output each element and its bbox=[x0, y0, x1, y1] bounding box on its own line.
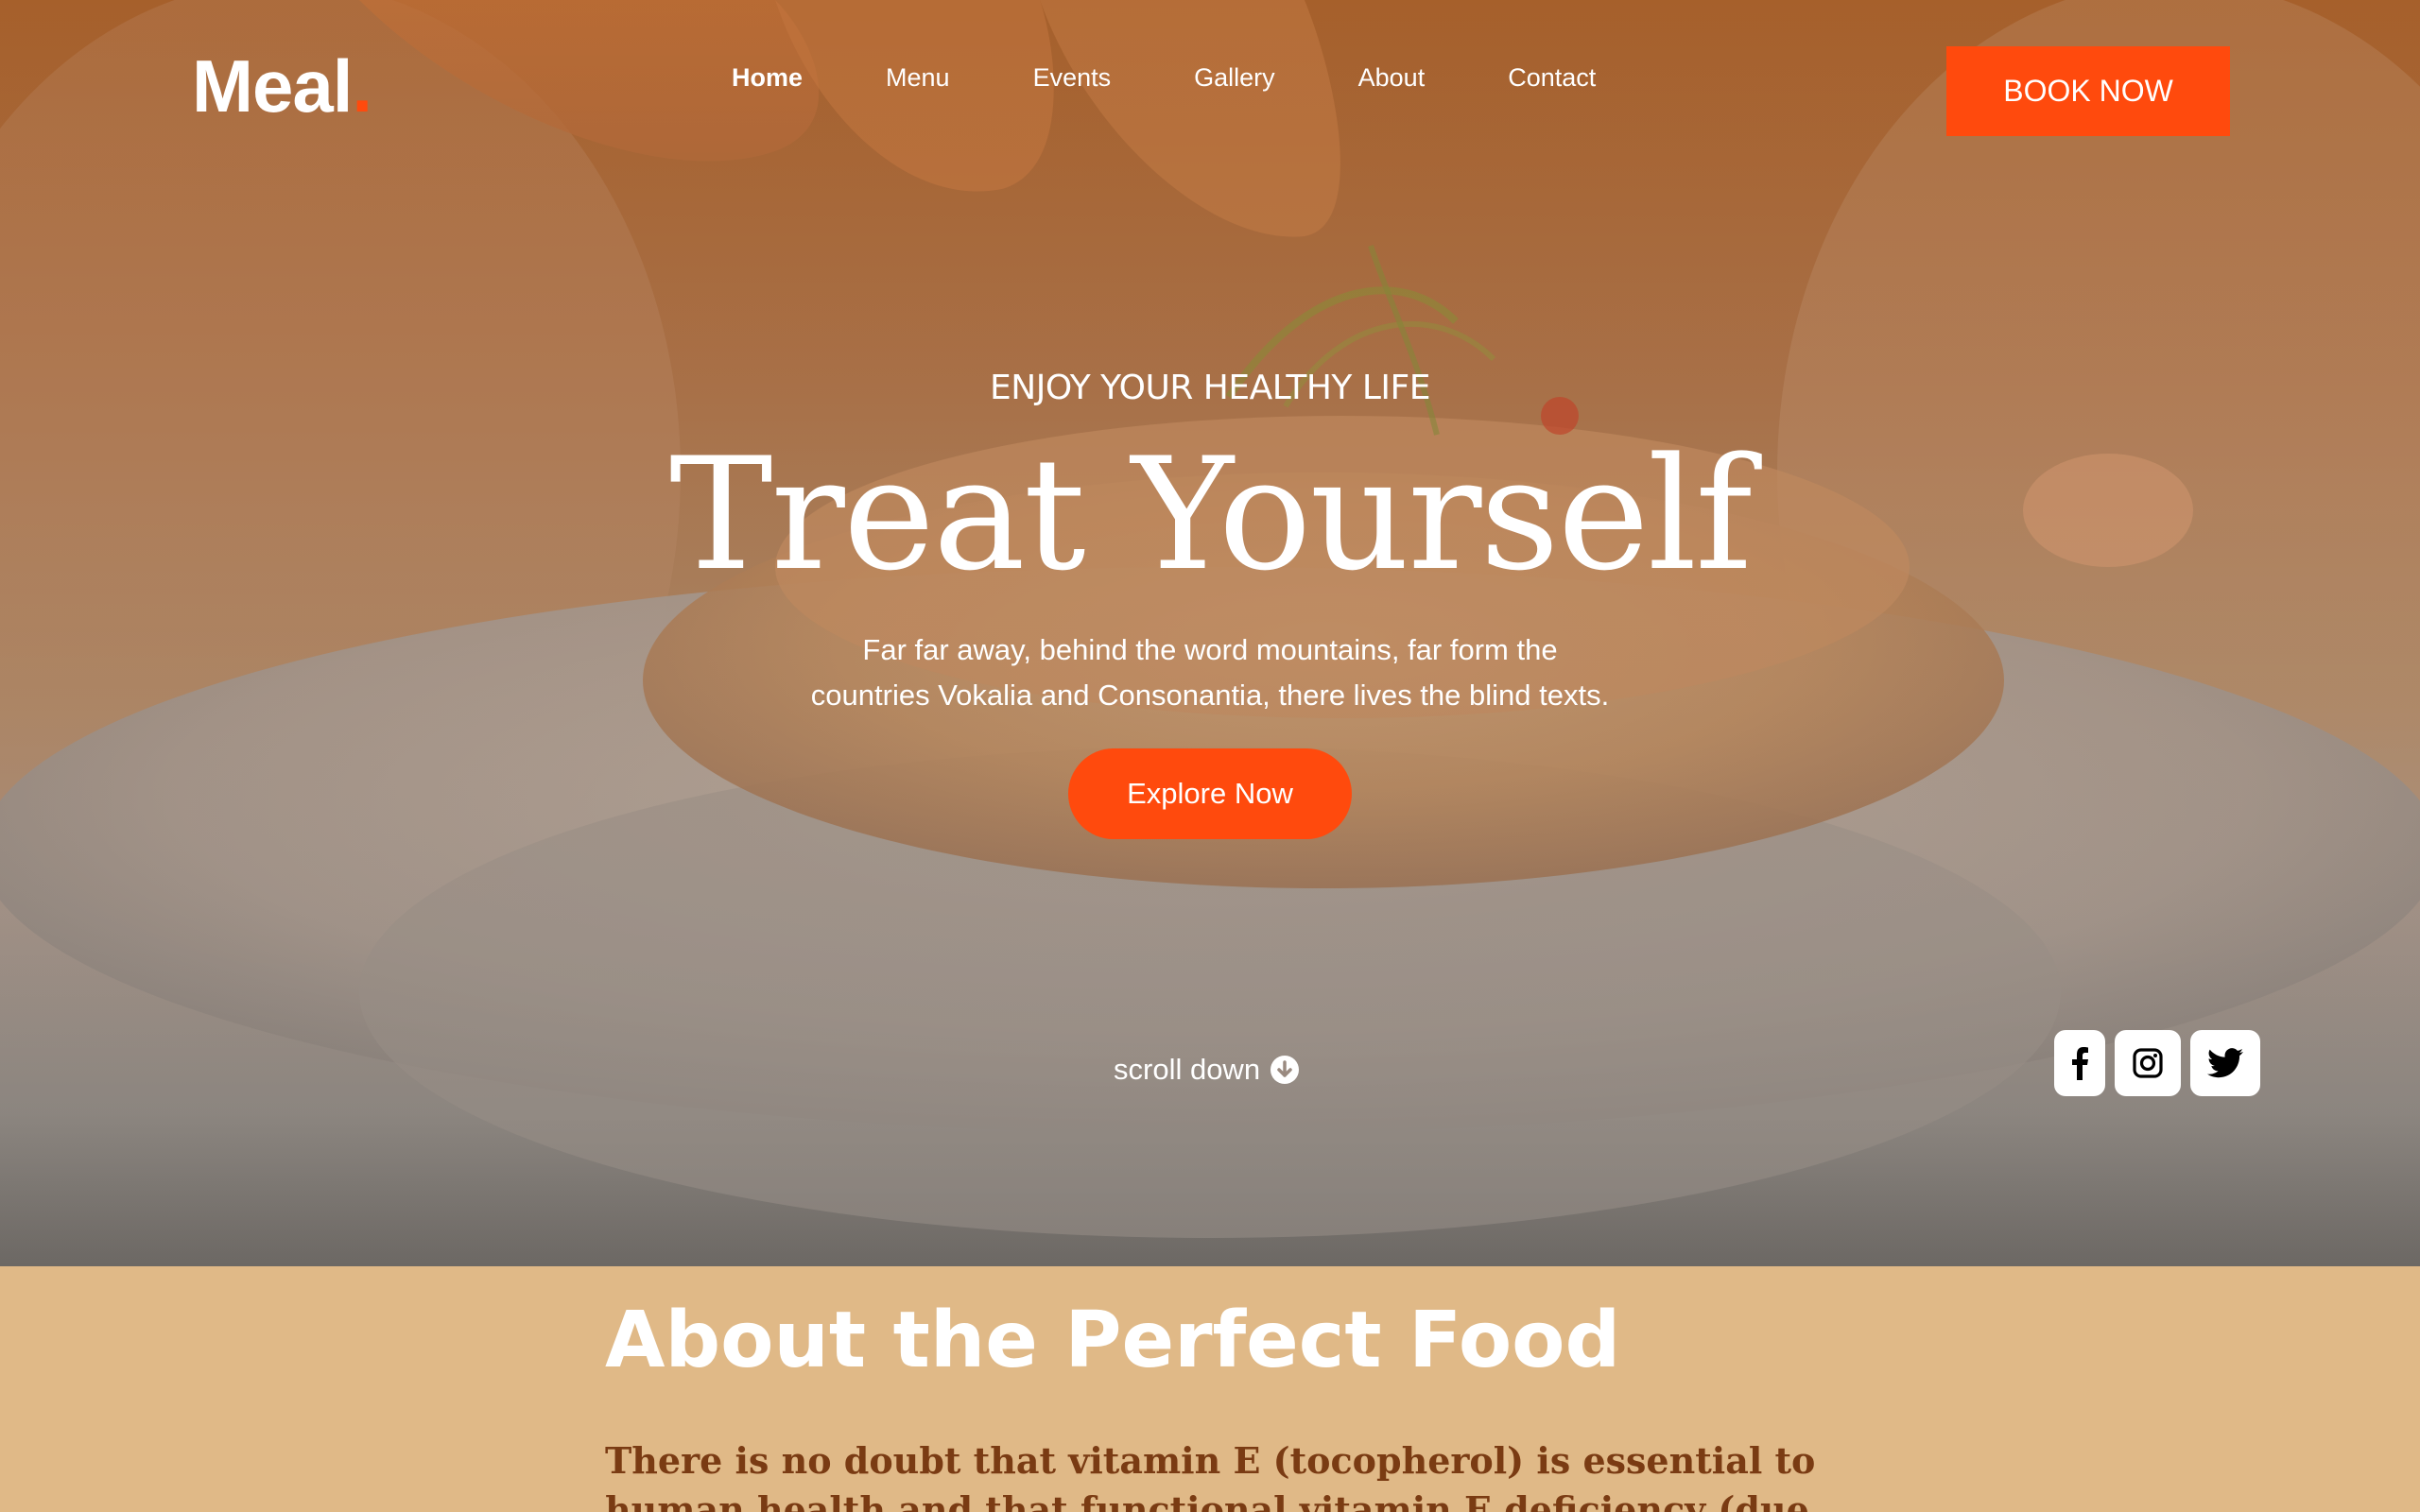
explore-now-button[interactable]: Explore Now bbox=[1068, 748, 1352, 839]
nav-item-contact[interactable]: Contact bbox=[1466, 60, 1637, 94]
facebook-icon bbox=[2072, 1047, 2088, 1080]
social-links bbox=[2054, 1030, 2260, 1096]
hero-description: Far far away, behind the word mountains,… bbox=[737, 627, 1683, 718]
twitter-link[interactable] bbox=[2190, 1030, 2260, 1096]
logo-dot: . bbox=[352, 44, 372, 128]
scroll-down-link[interactable]: scroll down bbox=[1114, 1053, 1300, 1087]
twitter-icon bbox=[2207, 1048, 2243, 1078]
nav-item-events[interactable]: Events bbox=[992, 60, 1153, 94]
logo-text: Meal bbox=[192, 44, 353, 128]
nav-item-menu[interactable]: Menu bbox=[844, 60, 992, 94]
hero-description-line-2: countries Vokalia and Consonantia, there… bbox=[810, 679, 1610, 712]
instagram-link[interactable] bbox=[2115, 1030, 2181, 1096]
facebook-link[interactable] bbox=[2054, 1030, 2105, 1096]
nav-item-home[interactable]: Home bbox=[690, 60, 844, 94]
main-nav: Home Menu Events Gallery About Contact bbox=[690, 60, 1637, 94]
hero-description-line-1: Far far away, behind the word mountains,… bbox=[862, 633, 1558, 666]
instagram-icon bbox=[2133, 1048, 2163, 1078]
scroll-down-label: scroll down bbox=[1114, 1053, 1261, 1086]
hero-title: Treat Yourself bbox=[669, 424, 1753, 605]
hero-eyebrow: ENJOY YOUR HEALTHY LIFE bbox=[990, 369, 1430, 407]
about-text: There is no doubt that vitamin E (tocoph… bbox=[605, 1439, 1816, 1512]
arrow-down-circle-icon bbox=[1270, 1056, 1300, 1084]
nav-item-gallery[interactable]: Gallery bbox=[1152, 60, 1317, 94]
hero-section: Meal. Home Menu Events Gallery About Con… bbox=[0, 0, 2420, 1266]
book-now-button[interactable]: BOOK NOW bbox=[1946, 46, 2230, 136]
page: Meal. Home Menu Events Gallery About Con… bbox=[0, 0, 2420, 1512]
logo[interactable]: Meal. bbox=[192, 49, 372, 123]
nav-item-about[interactable]: About bbox=[1317, 60, 1467, 94]
about-section: About the Perfect Food There is no doubt… bbox=[0, 1266, 2420, 1512]
about-title: About the Perfect Food bbox=[605, 1296, 1621, 1385]
